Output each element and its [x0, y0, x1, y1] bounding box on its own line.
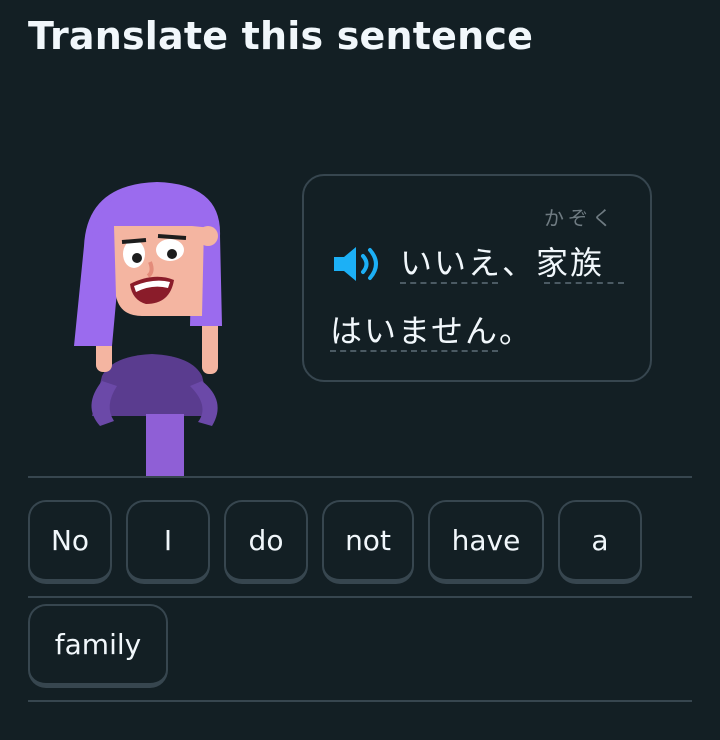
- page-title: Translate this sentence: [28, 14, 534, 58]
- answer-line: [28, 700, 692, 702]
- word-chip-i[interactable]: I: [126, 500, 210, 584]
- word-underline: [544, 282, 624, 284]
- word-chip-do[interactable]: do: [224, 500, 308, 584]
- furigana-reading: かぞく: [544, 206, 616, 230]
- word-chip-not[interactable]: not: [322, 500, 414, 584]
- word-chip-have[interactable]: have: [428, 500, 544, 584]
- speaker-icon[interactable]: [330, 242, 386, 286]
- character-illustration: [74, 182, 222, 476]
- answer-line: [28, 596, 692, 598]
- answer-line: [28, 476, 692, 478]
- word-chip-no[interactable]: No: [28, 500, 112, 584]
- word-chip-a[interactable]: a: [558, 500, 642, 584]
- character-leg: [146, 414, 184, 476]
- speech-bubble: かぞく いいえ、家族 はいません。: [302, 174, 652, 382]
- sentence-line-1[interactable]: いいえ、家族: [400, 238, 604, 284]
- sentence-line-2[interactable]: はいません。: [330, 306, 533, 352]
- word-underline: [400, 282, 498, 284]
- word-chip-family[interactable]: family: [28, 604, 168, 688]
- character-face: [114, 226, 204, 316]
- word-underline: [330, 350, 498, 352]
